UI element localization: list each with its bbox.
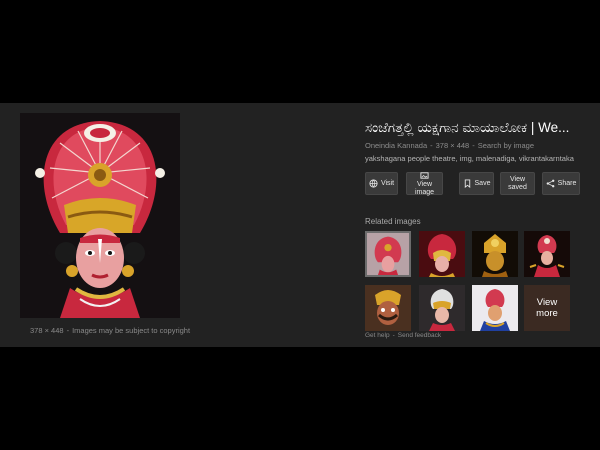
visit-label: Visit: [380, 179, 395, 187]
save-button[interactable]: Save: [459, 172, 494, 195]
image-dimensions: 378 × 448: [30, 326, 64, 335]
related-thumb-6[interactable]: [419, 285, 465, 331]
meta-separator: -: [430, 141, 433, 150]
visit-button[interactable]: Visit: [365, 172, 398, 195]
yakshagana-portrait: [20, 113, 180, 318]
view-saved-button[interactable]: View saved: [500, 172, 535, 195]
related-thumb-3[interactable]: [472, 231, 518, 277]
related-thumb-4[interactable]: [524, 231, 570, 277]
related-thumbnail-image: [524, 231, 570, 277]
search-by-image-link[interactable]: Search by image: [478, 141, 534, 150]
related-thumb-1[interactable]: [365, 231, 411, 277]
related-thumbnail-image: [367, 233, 409, 275]
related-thumbnail-image: [365, 285, 411, 331]
related-thumbnail-image: [472, 231, 518, 277]
image-meta: Oneindia Kannada -378 × 448- Search by ima…: [365, 141, 534, 150]
view-saved-label-2: saved: [508, 183, 527, 191]
share-icon: [546, 179, 555, 188]
meta-dimensions: 378 × 448: [435, 141, 470, 150]
main-image[interactable]: [20, 113, 180, 318]
view-saved-label-1: View: [509, 175, 526, 183]
image-viewer-panel: 378 × 448- Images may be subject to copyr…: [0, 103, 600, 347]
get-help-link[interactable]: Get help: [365, 332, 390, 339]
related-images-label: Related images: [365, 217, 421, 226]
image-tags: yakshagana people theatre, img, malenadi…: [365, 154, 574, 163]
view-more-label-1: View: [536, 297, 558, 308]
related-thumb-7[interactable]: [472, 285, 518, 331]
copyright-notice[interactable]: Images may be subject to copyright: [72, 326, 190, 335]
related-thumbnail-image: [419, 285, 465, 331]
caption-separator: -: [66, 326, 70, 335]
image-title[interactable]: ಸಂಜೆಗತ್ತಲ್ಲಿ ಯಕ್ಷಗಾನ ಮಾಯಾಲೋಕ | We...: [365, 120, 595, 136]
save-label: Save: [474, 179, 491, 187]
related-thumbnail-image: [419, 231, 465, 277]
view-more-button[interactable]: View more: [524, 285, 570, 331]
footer-separator: -: [392, 332, 395, 339]
share-label: Share: [557, 179, 577, 187]
send-feedback-link[interactable]: Send feedback: [398, 332, 441, 339]
globe-icon: [369, 179, 378, 188]
related-thumb-2[interactable]: [419, 231, 465, 277]
share-button[interactable]: Share: [542, 172, 580, 195]
image-caption: 378 × 448- Images may be subject to copyr…: [30, 326, 190, 335]
image-icon: [420, 171, 429, 179]
view-image-button[interactable]: View image: [406, 171, 443, 196]
view-more-label-2: more: [536, 308, 558, 319]
source-name[interactable]: Oneindia Kannada: [365, 141, 427, 150]
related-thumbnail-image: [472, 285, 518, 331]
footer-links: Get help - Send feedback: [365, 332, 441, 339]
view-image-label-1: View: [416, 180, 433, 188]
view-image-label-2: image: [414, 188, 435, 196]
bookmark-icon: [464, 179, 470, 188]
meta-separator: -: [472, 141, 475, 150]
related-thumb-5[interactable]: [365, 285, 411, 331]
